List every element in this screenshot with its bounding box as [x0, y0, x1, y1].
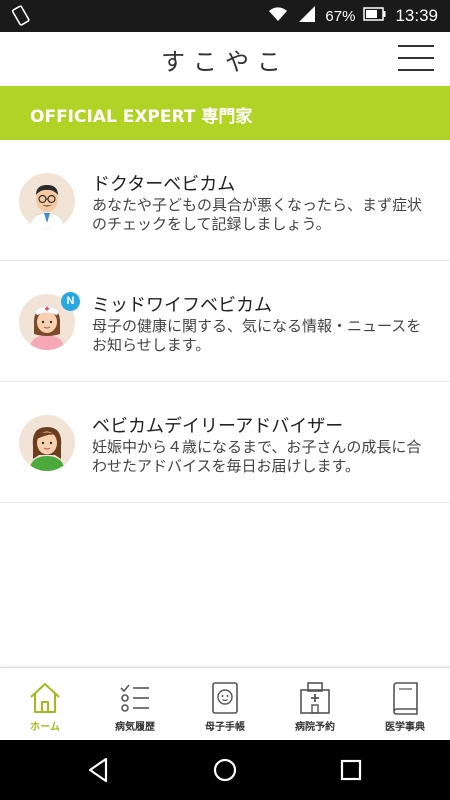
- nav-item-home[interactable]: ホーム: [0, 668, 90, 740]
- nav-label: 医学事典: [385, 722, 425, 733]
- hospital-icon: [297, 680, 333, 716]
- battery-percent: 67%: [325, 7, 356, 25]
- menu-line: [398, 69, 434, 71]
- nav-label: 母子手帳: [205, 722, 245, 733]
- doctor-avatar: [19, 173, 75, 229]
- nav-item-illness-history[interactable]: 病気履歴: [90, 668, 180, 740]
- status-indicators: 67% 13:39: [267, 0, 438, 32]
- nav-item-maternal-handbook[interactable]: 母子手帳: [180, 668, 270, 740]
- expert-name: ドクターベビカム: [92, 174, 236, 195]
- nav-item-medical-encyclopedia[interactable]: 医学事典: [360, 668, 450, 740]
- bottom-nav: ホーム 病気履歴 母子手帳 病院予約 医学事典: [0, 667, 450, 740]
- hamburger-menu-button[interactable]: [398, 43, 434, 73]
- screen-rotate-icon: [10, 5, 34, 27]
- menu-line: [398, 57, 434, 59]
- checklist-icon: [117, 680, 153, 716]
- home-icon: [27, 680, 63, 716]
- nav-label: 病院予約: [295, 722, 335, 733]
- expert-description: 妊娠中から４歳になるまで、お子さんの成長に合わせたアドバイスを毎日お届けします。: [92, 438, 422, 475]
- nav-label: ホーム: [30, 722, 60, 733]
- expert-item-midwife[interactable]: N ミッドワイフベビカム 母子の健康に関する、気になる情報・ニュースをお知らせし…: [0, 261, 450, 382]
- home-button[interactable]: [210, 755, 240, 785]
- expert-description: 母子の健康に関する、気になる情報・ニュースをお知らせします。: [92, 317, 422, 354]
- nav-label: 病気履歴: [115, 722, 155, 733]
- expert-item-doctor[interactable]: ドクターベビカム あなたや子どもの具合が悪くなったら、まず症状のチェックをして記…: [0, 140, 450, 261]
- menu-line: [398, 45, 434, 47]
- expert-name: ミッドワイフベビカム: [92, 295, 272, 316]
- app-title: すこやこ: [161, 48, 289, 76]
- new-badge: N: [61, 292, 80, 311]
- expert-list: ドクターベビカム あなたや子どもの具合が悪くなったら、まず症状のチェックをして記…: [0, 140, 450, 503]
- section-banner: OFFICIAL EXPERT 専門家: [0, 86, 450, 140]
- battery-icon: [363, 6, 387, 26]
- app-header: すこやこ: [0, 32, 450, 86]
- back-button[interactable]: [84, 755, 114, 785]
- signal-icon: [297, 5, 317, 27]
- book-icon: [387, 680, 423, 716]
- section-title: OFFICIAL EXPERT 専門家: [30, 107, 253, 127]
- advisor-avatar: [19, 415, 75, 471]
- nav-item-hospital-booking[interactable]: 病院予約: [270, 668, 360, 740]
- recents-button[interactable]: [336, 755, 366, 785]
- android-nav-bar: [0, 740, 450, 800]
- status-bar: 67% 13:39: [0, 0, 450, 32]
- expert-description: あなたや子どもの具合が悪くなったら、まず症状のチェックをして記録しましょう。: [92, 196, 423, 233]
- clock: 13:39: [395, 6, 438, 25]
- expert-name: ベビカムデイリーアドバイザー: [92, 416, 344, 437]
- wifi-icon: [267, 5, 289, 27]
- expert-item-daily-advisor[interactable]: ベビカムデイリーアドバイザー 妊娠中から４歳になるまで、お子さんの成長に合わせた…: [0, 382, 450, 503]
- baby-book-icon: [207, 680, 243, 716]
